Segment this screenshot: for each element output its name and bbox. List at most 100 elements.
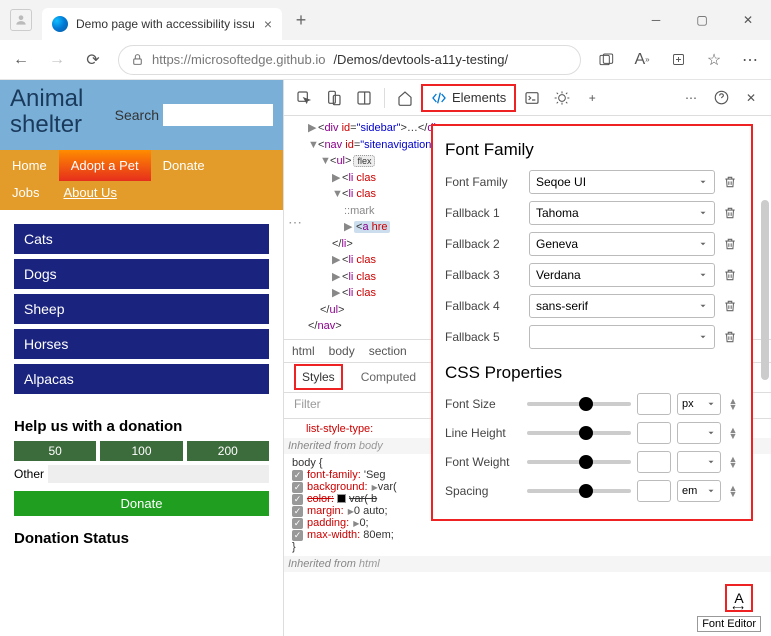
animal-horses[interactable]: Horses [14,329,269,359]
other-input[interactable] [48,465,269,483]
slider-1[interactable] [527,431,631,435]
font-row-label: Fallback 3 [445,268,521,282]
crumb-html[interactable]: html [292,344,315,358]
font-family-heading: Font Family [445,140,739,160]
rendered-page: Animalshelter Search Home Adopt a Pet Do… [0,80,283,636]
url-path: /Demos/devtools-a11y-testing/ [333,52,508,67]
tab-title: Demo page with accessibility issu [76,17,256,31]
close-devtools-icon[interactable]: ✕ [737,84,765,112]
collections-icon[interactable] [667,49,689,71]
primary-nav: Home Adopt a Pet Donate [0,150,283,181]
tab-actions-icon[interactable] [595,49,617,71]
nav-donate[interactable]: Donate [151,150,217,181]
font-row-label: Font Family [445,175,521,189]
css-prop-label: Font Size [445,397,521,411]
font-editor-button[interactable]: A⟷ [725,584,753,612]
font-editor-tooltip: Font Editor [697,616,761,632]
animal-alpacas[interactable]: Alpacas [14,364,269,394]
animal-sheep[interactable]: Sheep [14,294,269,324]
trash-icon[interactable] [723,268,739,282]
search-input[interactable] [163,104,273,126]
close-icon[interactable]: × [264,16,272,32]
font-select-4[interactable]: sans-serif [529,294,715,318]
font-row-label: Fallback 2 [445,237,521,251]
crumb-section[interactable]: section [369,344,407,358]
css-prop-label: Line Height [445,426,521,440]
nav-adopt[interactable]: Adopt a Pet [59,150,151,181]
unit-select-1[interactable] [677,422,721,444]
secondary-nav: Jobs About Us [0,181,283,210]
trash-icon[interactable] [723,206,739,220]
stepper-1[interactable]: ▲▼ [727,427,739,440]
nav-jobs[interactable]: Jobs [0,181,51,204]
slider-0[interactable] [527,402,631,406]
other-label: Other [14,467,44,481]
stepper-2[interactable]: ▲▼ [727,456,739,469]
unit-select-3[interactable]: em [677,480,721,502]
dock-icon[interactable] [350,84,378,112]
font-select-2[interactable]: Geneva [529,232,715,256]
donate-200[interactable]: 200 [187,441,269,461]
url-field[interactable]: https://microsoftedge.github.io/Demos/de… [118,45,581,75]
forward-button[interactable]: → [46,49,68,71]
stepper-0[interactable]: ▲▼ [727,398,739,411]
animal-dogs[interactable]: Dogs [14,259,269,289]
donate-button[interactable]: Donate [14,491,269,516]
settings-icon[interactable]: ⋯ [677,84,705,112]
unit-select-2[interactable] [677,451,721,473]
trash-icon[interactable] [723,330,739,344]
unit-select-0[interactable]: px [677,393,721,415]
value-input-2[interactable] [637,451,671,473]
nav-about[interactable]: About Us [51,181,128,204]
add-tab-icon[interactable]: + [578,84,606,112]
font-select-5[interactable] [529,325,715,349]
tab-styles[interactable]: Styles [294,364,343,390]
slider-3[interactable] [527,489,631,493]
refresh-button[interactable]: ⟳ [82,49,104,71]
trash-icon[interactable] [723,299,739,313]
value-input-1[interactable] [637,422,671,444]
scrollbar[interactable] [761,200,769,380]
browser-tab[interactable]: Demo page with accessibility issu × [42,8,282,40]
value-input-0[interactable] [637,393,671,415]
close-window-button[interactable]: ✕ [725,0,771,40]
status-heading: Donation Status [0,520,283,553]
trash-icon[interactable] [723,175,739,189]
font-select-1[interactable]: Tahoma [529,201,715,225]
more-icon[interactable]: ⋯ [739,49,761,71]
donate-50[interactable]: 50 [14,441,96,461]
font-select-0[interactable]: Seqoe UI [529,170,715,194]
css-prop-label: Spacing [445,484,521,498]
read-aloud-icon[interactable]: A» [631,49,653,71]
minimize-button[interactable]: ─ [633,0,679,40]
welcome-icon[interactable] [391,84,419,112]
font-row-label: Fallback 4 [445,299,521,313]
url-host: https://microsoftedge.github.io [152,52,325,67]
console-icon[interactable] [518,84,546,112]
tab-computed[interactable]: Computed [355,366,422,388]
elements-tab-label: Elements [452,90,506,105]
nav-home[interactable]: Home [0,150,59,181]
font-select-3[interactable]: Verdana [529,263,715,287]
lock-icon [131,53,144,66]
help-icon[interactable] [707,84,735,112]
trash-icon[interactable] [723,237,739,251]
profile-icon[interactable] [10,9,32,31]
crumb-body[interactable]: body [329,344,355,358]
favorite-icon[interactable]: ☆ [703,49,725,71]
issues-icon[interactable] [548,84,576,112]
stepper-3[interactable]: ▲▼ [727,485,739,498]
overflow-icon[interactable]: ⋯ [288,212,303,233]
back-button[interactable]: ← [10,49,32,71]
donate-100[interactable]: 100 [100,441,182,461]
slider-2[interactable] [527,460,631,464]
devtools-toolbar: Elements + ⋯ ✕ [284,80,771,116]
animal-cats[interactable]: Cats [14,224,269,254]
inspect-icon[interactable] [290,84,318,112]
maximize-button[interactable]: ▢ [679,0,725,40]
value-input-3[interactable] [637,480,671,502]
device-icon[interactable] [320,84,348,112]
new-tab-button[interactable]: + [286,5,316,35]
elements-tab[interactable]: Elements [421,84,516,112]
page-title: Animalshelter [10,86,83,139]
